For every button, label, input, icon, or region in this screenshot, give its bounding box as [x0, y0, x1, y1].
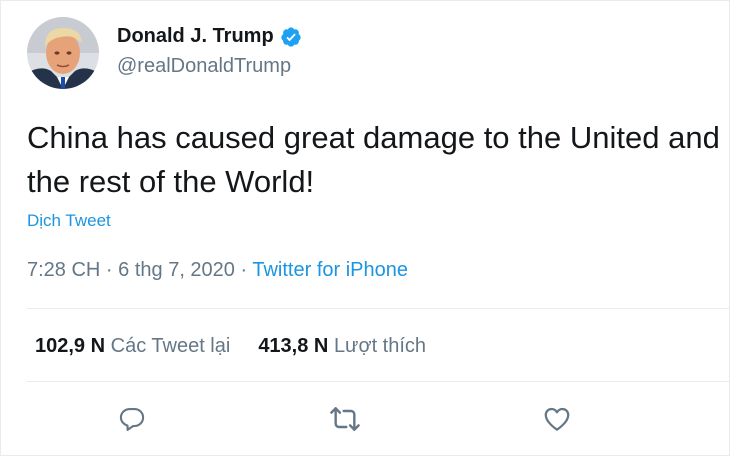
divider [27, 308, 729, 309]
like-button[interactable] [541, 403, 573, 435]
verified-badge-icon [280, 26, 302, 48]
retweet-button[interactable] [329, 403, 361, 435]
retweets-count: 102,9 N [35, 335, 106, 357]
retweets-stat[interactable]: 102,9 N Các Tweet lại [35, 335, 230, 358]
divider [27, 381, 729, 382]
likes-count: 413,8 N [258, 335, 329, 357]
tweet-time[interactable]: 7:28 CH [27, 259, 100, 281]
user-handle[interactable]: @realDonaldTrump [117, 55, 291, 78]
heart-icon [544, 407, 570, 431]
meta-separator: · [100, 259, 119, 281]
likes-stat[interactable]: 413,8 N Lượt thích [258, 335, 426, 358]
retweets-label: Các Tweet lại [110, 335, 231, 357]
tweet-text: China has caused great damage to the Uni… [27, 120, 720, 199]
tweet-source-link[interactable]: Twitter for iPhone [252, 259, 408, 281]
translate-tweet-link[interactable]: Dịch Tweet [27, 211, 111, 231]
tweet-date[interactable]: 6 thg 7, 2020 [118, 259, 235, 281]
tweet-metadata: 7:28 CH · 6 thg 7, 2020 · Twitter for iP… [27, 259, 408, 282]
reply-icon [119, 408, 145, 431]
retweet-icon [330, 407, 360, 431]
display-name[interactable]: Donald J. Trump [117, 25, 302, 48]
likes-label: Lượt thích [333, 335, 427, 357]
display-name-text: Donald J. Trump [117, 25, 274, 47]
tweet-card: Donald J. Trump @realDonaldTrump China h… [0, 0, 730, 456]
meta-separator: · [234, 259, 253, 281]
reply-button[interactable] [116, 403, 148, 435]
avatar-image [27, 17, 99, 89]
avatar[interactable] [27, 17, 99, 89]
engagement-stats: 102,9 N Các Tweet lại 413,8 N Lượt thích [35, 335, 426, 358]
